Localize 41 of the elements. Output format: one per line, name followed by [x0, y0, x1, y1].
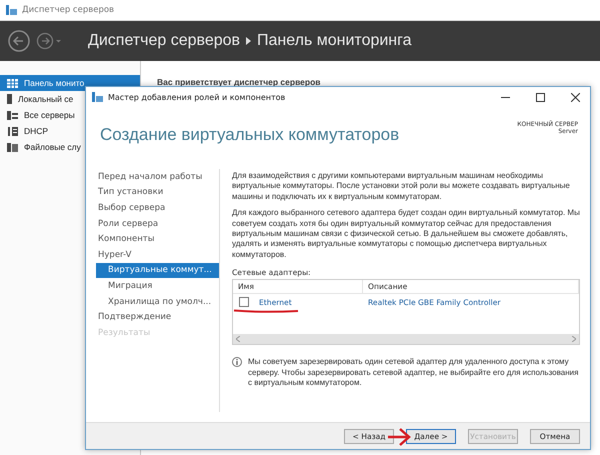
server-icon — [7, 94, 12, 104]
dialog-title: Мастер добавления ролей и компонентов — [108, 92, 286, 102]
breadcrumb-item: Панель мониторинга — [257, 32, 412, 50]
description-text: Для каждого выбранного сетевого адаптера будет создан один виртуальный коммутатор. Мы советуем создать хотя бы один виртуальный коммутатор сейчас для предоставления виртуальным машинам связи с физической сетью. В дальнейшем вы сможете добавлять, удалять и изменять виртуальные коммутаторы с помощью диспетчера виртуальных коммутаторов. — [232, 208, 580, 260]
app-icon — [92, 92, 103, 102]
sidebar-item[interactable]: Все серверы — [0, 107, 140, 123]
close-icon[interactable] — [570, 92, 580, 102]
wizard-step[interactable]: Компоненты — [96, 231, 219, 247]
back-icon[interactable] — [8, 30, 30, 52]
horizontal-scrollbar[interactable] — [233, 334, 579, 344]
grid-icon — [7, 78, 18, 88]
forward-icon[interactable] — [36, 32, 62, 50]
wizard-step[interactable]: Перед началом работы — [96, 169, 219, 185]
wizard-step[interactable]: Роли сервера — [96, 216, 219, 232]
underline-annotation — [233, 309, 299, 314]
page-heading: Создание виртуальных коммутаторов — [100, 125, 400, 146]
arrow-annotation — [387, 427, 411, 447]
breadcrumb-separator-icon — [246, 37, 252, 45]
wizard-step: Результаты — [96, 324, 219, 341]
welcome-heading: Вас приветствует диспетчер серверов — [157, 77, 321, 87]
wizard-step[interactable]: Выбор сервера — [96, 200, 219, 216]
wizard-step[interactable]: Виртуальные коммут... — [96, 262, 219, 278]
file-server-icon — [7, 142, 18, 152]
maximize-icon[interactable] — [536, 92, 544, 102]
adapter-checkbox[interactable] — [239, 297, 249, 308]
window-title: Диспетчер серверов — [22, 5, 114, 15]
note-text: Мы советуем зарезервировать один сетевой адаптер для удаленного доступа к этому серверу. Чтобы зарезервировать сетевой адаптер, не выбирайте его для использования с виртуальным коммутатором. — [248, 357, 580, 388]
wizard-step[interactable]: Хранилища по умолч... — [96, 294, 219, 310]
minimize-icon[interactable] — [500, 96, 510, 98]
app-icon — [6, 5, 17, 15]
description-text: Для взаимодействия с другими компьютерами виртуальным машинам необходимы виртуальные коммутаторы. После установки этой роли вы можете создавать виртуальные машины и подключать их к виртуальным коммутаторам. — [232, 171, 571, 202]
breadcrumb-item: Диспетчер серверов — [88, 32, 240, 50]
scroll-left-icon[interactable] — [236, 336, 240, 342]
wizard-step[interactable]: Миграция — [96, 278, 219, 294]
servers-icon — [7, 110, 18, 120]
scroll-right-icon[interactable] — [572, 336, 576, 342]
info-icon — [232, 357, 242, 368]
wizard-step[interactable]: Подтверждение — [96, 309, 219, 325]
server-tool-icon — [7, 126, 18, 136]
wizard-step[interactable]: Hyper-V — [96, 246, 219, 263]
wizard-step[interactable]: Тип установки — [96, 184, 219, 200]
